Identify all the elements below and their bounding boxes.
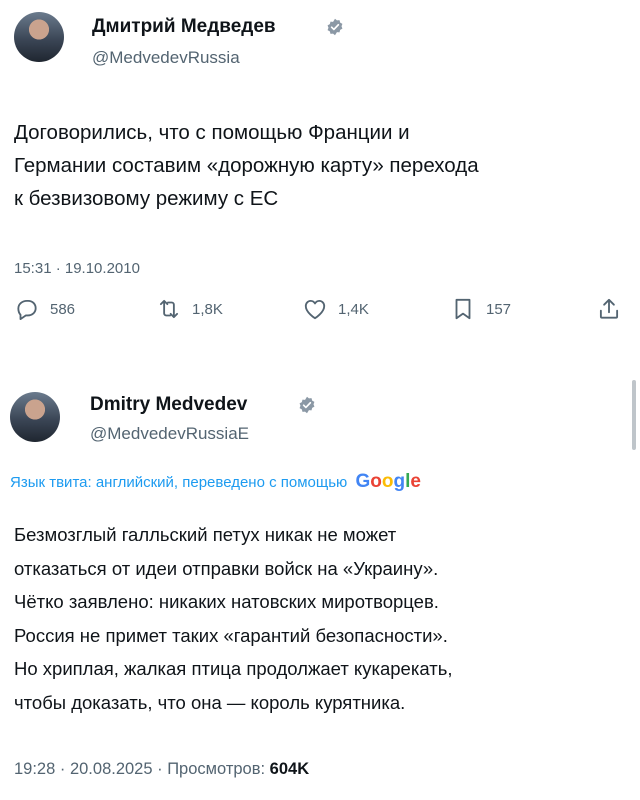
- verified-badge-icon: [299, 396, 315, 414]
- tweet-text-line: Россия не примет таких «гарантий безопас…: [14, 624, 448, 646]
- share-icon: [599, 298, 619, 319]
- avatar[interactable]: [14, 12, 64, 62]
- retweet-icon: [159, 299, 179, 319]
- bookmark-button[interactable]: 157: [450, 296, 511, 322]
- like-button[interactable]: 1,4K: [302, 296, 369, 322]
- tweet-text-line: к безвизовому режиму с ЕС: [14, 187, 279, 210]
- view-count: 604K: [269, 760, 310, 778]
- verified-badge-icon: [327, 18, 343, 36]
- tweet-timestamp[interactable]: 19:28 · 20.08.2025 · Просмотров: 604K: [14, 760, 309, 779]
- translation-note-text: Язык твита: английский, переведено с пом…: [10, 474, 348, 491]
- reply-icon: [17, 299, 37, 320]
- like-icon: [304, 299, 326, 320]
- author-name[interactable]: Dmitry Medvedev: [90, 394, 247, 416]
- bookmark-count: 157: [486, 300, 512, 318]
- author-handle[interactable]: @MedvedevRussiaE: [90, 424, 249, 444]
- tweet-text: Безмозглый галльский петух никак не може…: [14, 518, 634, 719]
- tweet-2: Dmitry Medvedev @MedvedevRussiaE Язык тв…: [0, 368, 640, 800]
- tweet-text-line: отказаться от идеи отправки войск на «Ук…: [14, 557, 439, 579]
- reply-button[interactable]: 586: [14, 296, 75, 322]
- tweet-1: Дмитрий Медведев @MedvedevRussia Договор…: [0, 0, 640, 368]
- retweet-count: 1,8K: [192, 300, 223, 318]
- author-handle[interactable]: @MedvedevRussia: [92, 48, 240, 68]
- action-bar: 586 1,8K 1,4K 157: [0, 296, 640, 332]
- bookmark-icon: [455, 298, 471, 320]
- tweet-text-line: Чётко заявлено: никаких натовских миротв…: [14, 591, 439, 612]
- tweet-text-line: чтобы доказать, что она — король курятни…: [14, 691, 406, 713]
- reply-count: 586: [50, 300, 76, 318]
- share-button[interactable]: [596, 296, 622, 322]
- tweet-text: Договорились, что с помощью Франции и Ге…: [14, 116, 614, 215]
- author-name[interactable]: Дмитрий Медведев: [92, 16, 276, 38]
- timestamp-text: 19:28 · 20.08.2025 · Просмотров:: [14, 760, 270, 778]
- like-count: 1,4K: [338, 300, 369, 318]
- tweet-text-line: Безмозглый галльский петух никак не може…: [14, 524, 397, 545]
- tweet-text-line: Германии составим «дорожную карту» перех…: [14, 154, 479, 177]
- retweet-button[interactable]: 1,8K: [156, 296, 223, 322]
- scrollbar[interactable]: [632, 380, 636, 450]
- google-logo: Google: [355, 471, 421, 492]
- tweet-text-line: Договорились, что с помощью Франции и: [14, 121, 410, 144]
- tweet-text-line: Но хриплая, жалкая птица продолжает кука…: [14, 658, 453, 679]
- avatar[interactable]: [10, 392, 60, 442]
- translation-notice[interactable]: Язык твита: английский, переведено с пом…: [10, 471, 421, 493]
- tweet-timestamp[interactable]: 15:31 · 19.10.2010: [14, 260, 140, 277]
